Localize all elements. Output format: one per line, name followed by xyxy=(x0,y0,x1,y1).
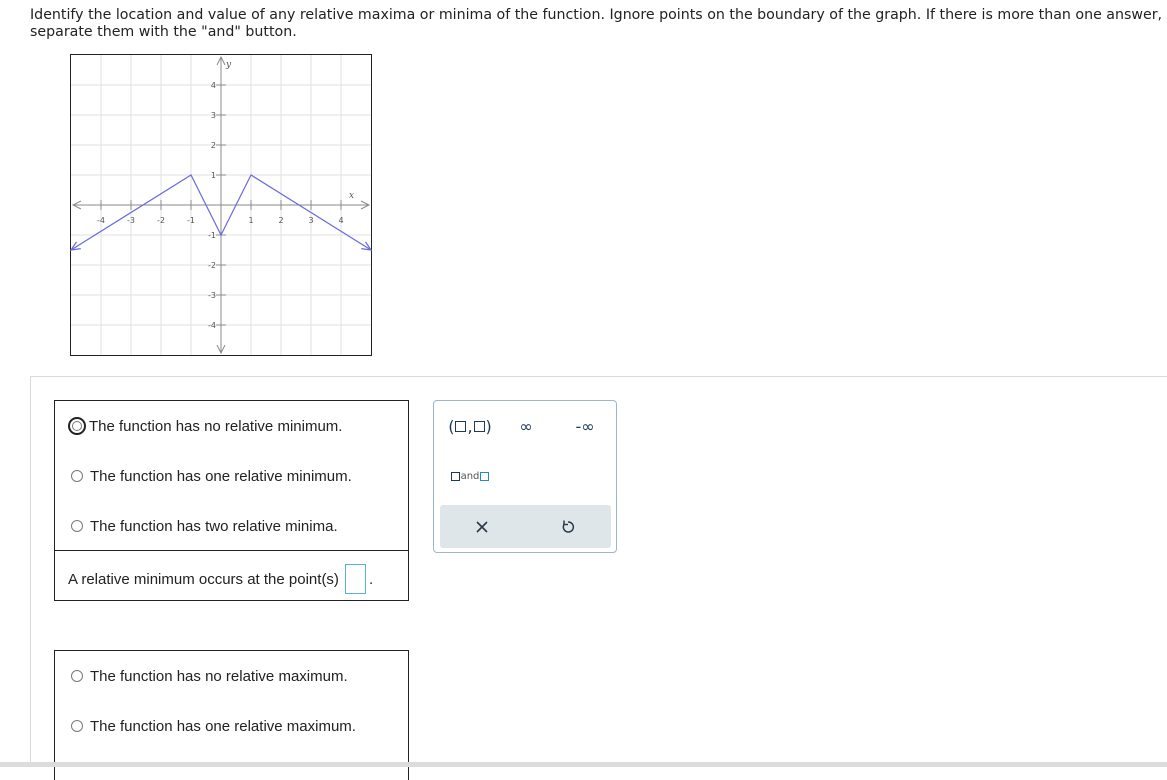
option-no-relative-minimum[interactable]: The function has no relative minimum. xyxy=(68,416,343,436)
clear-button[interactable] xyxy=(470,515,494,539)
x-tick-label: -3 xyxy=(127,216,135,225)
radio-button[interactable] xyxy=(71,470,83,482)
radio-button[interactable] xyxy=(68,417,86,435)
y-tick-label: -3 xyxy=(208,291,216,300)
option-two-relative-minima[interactable]: The function has two relative minima. xyxy=(71,516,338,536)
radio-button[interactable] xyxy=(71,720,83,732)
comma: , xyxy=(467,416,473,436)
math-palette: ( , ) ∞ -∞ and xyxy=(433,400,617,553)
x-tick-label: 4 xyxy=(338,216,343,225)
option-label: The function has no relative maximum. xyxy=(90,667,348,685)
undo-button[interactable] xyxy=(556,515,580,539)
x-tick-label: 2 xyxy=(278,216,283,225)
and-label: and xyxy=(460,470,480,482)
graph-svg: -4 -3 -2 -1 1 2 3 4 4 3 2 1 -1 -2 -3 -4 x y xyxy=(70,54,372,356)
x-axis-label: x xyxy=(349,191,354,201)
infinity-button[interactable]: ∞ xyxy=(508,413,544,439)
x-tick-label: -2 xyxy=(157,216,165,225)
minimum-answer-box: A relative minimum occurs at the point(s… xyxy=(54,550,409,601)
x-tick-label: -1 xyxy=(187,216,195,225)
undo-icon xyxy=(562,520,575,533)
negative-infinity-button[interactable]: -∞ xyxy=(562,413,608,439)
sentence-period: . xyxy=(368,570,374,588)
option-one-relative-maximum[interactable]: The function has one relative maximum. xyxy=(71,716,356,736)
placeholder-square-icon xyxy=(455,420,467,432)
minimum-choices-box: The function has no relative minimum. Th… xyxy=(54,400,409,551)
option-one-relative-minimum[interactable]: The function has one relative minimum. xyxy=(71,466,352,486)
y-tick-label: -4 xyxy=(208,321,216,330)
interval-template-button[interactable]: ( , ) xyxy=(442,413,498,439)
option-label: The function has one relative maximum. xyxy=(90,717,356,735)
close-paren: ) xyxy=(485,416,492,436)
option-label: The function has no relative minimum. xyxy=(89,417,343,435)
minimum-point-sentence: A relative minimum occurs at the point(s… xyxy=(68,564,373,594)
y-tick-label: 4 xyxy=(211,81,216,90)
y-tick-label: -2 xyxy=(208,261,216,270)
y-tick-label: 3 xyxy=(211,111,216,120)
bottom-scroll-edge xyxy=(0,762,1167,767)
radio-button[interactable] xyxy=(71,520,83,532)
y-tick-label: -1 xyxy=(208,231,216,240)
placeholder-square-icon xyxy=(450,471,460,481)
x-tick-label: 1 xyxy=(248,216,253,225)
negative-infinity-symbol: -∞ xyxy=(575,416,595,436)
y-axis-label: y xyxy=(225,60,232,70)
placeholder-square-icon xyxy=(480,471,490,481)
placeholder-square-icon xyxy=(473,420,485,432)
option-no-relative-maximum[interactable]: The function has no relative maximum. xyxy=(71,666,348,686)
question-text: Identify the location and value of any r… xyxy=(30,7,1163,40)
option-label: The function has one relative minimum. xyxy=(90,467,352,485)
function-graph: -4 -3 -2 -1 1 2 3 4 4 3 2 1 -1 -2 -3 -4 x y xyxy=(70,54,372,356)
y-tick-label: 2 xyxy=(211,141,216,150)
x-tick-label: 3 xyxy=(308,216,313,225)
radio-button[interactable] xyxy=(71,670,83,682)
x-tick-label: -4 xyxy=(97,216,105,225)
minimum-point-input[interactable] xyxy=(344,564,366,594)
y-tick-label: 1 xyxy=(211,171,216,180)
option-label: The function has two relative minima. xyxy=(90,517,338,535)
and-button[interactable]: and xyxy=(442,463,498,489)
close-icon xyxy=(476,521,488,533)
palette-action-bar xyxy=(440,505,611,548)
infinity-symbol: ∞ xyxy=(519,416,533,436)
maximum-choices-box: The function has no relative maximum. Th… xyxy=(54,650,409,780)
open-paren: ( xyxy=(448,416,455,436)
minimum-point-prompt: A relative minimum occurs at the point(s… xyxy=(68,570,339,588)
